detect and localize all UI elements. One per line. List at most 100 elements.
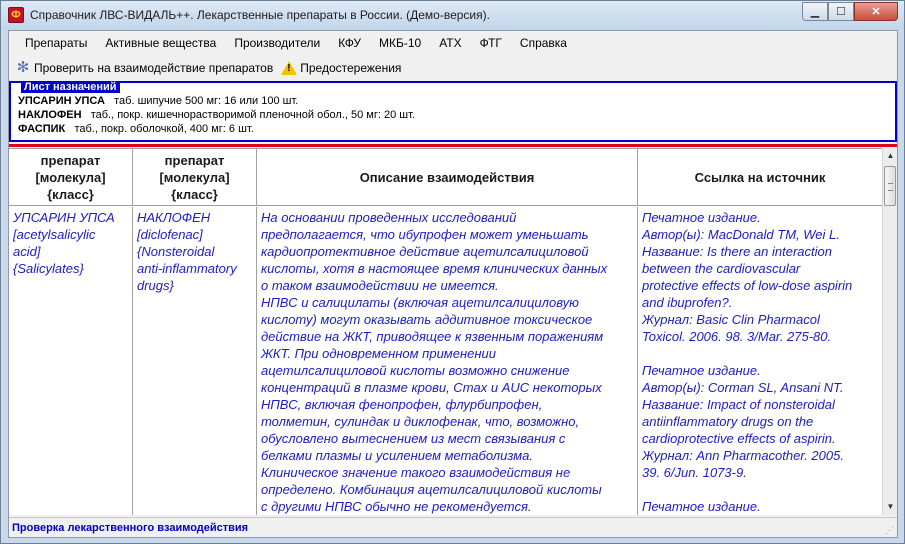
source-line: Печатное издание. [642, 363, 761, 378]
source-line: cardioprotective effects of aspirin. [642, 431, 836, 446]
column-header-source[interactable]: Ссылка на источник [638, 149, 882, 206]
title-bar[interactable]: Ф Справочник ЛВС-ВИДАЛЬ++. Лекарственные… [1, 1, 904, 30]
header-line: препарат [164, 153, 225, 168]
status-text: Проверка лекарственного взаимодействия [12, 521, 249, 534]
header-line: {класс} [171, 187, 218, 202]
prescription-drug-name: НАКЛОФЕН [18, 109, 82, 121]
warnings-label: Предостережения [300, 61, 402, 75]
interaction-table: препарат [молекула] {класс} препарат [мо… [9, 148, 882, 515]
status-bar: Проверка лекарственного взаимодействия ⋰ [9, 517, 897, 537]
prescription-item[interactable]: НАКЛОФЕН таб., покр. кишечнорастворимой … [18, 109, 415, 121]
source-line: Печатное издание. [642, 499, 761, 514]
prescription-drug-form: таб., покр. оболочкой, 400 мг: 6 шт. [74, 123, 254, 135]
source-line: protective effects of low-dose aspirin [642, 278, 853, 293]
column-header-drug2[interactable]: препарат [молекула] {класс} [133, 149, 257, 206]
prescription-item[interactable]: УПСАРИН УПСА таб. шипучие 500 мг: 16 или… [18, 95, 298, 107]
header-line: [молекула] [159, 170, 230, 185]
source-line: between the cardiovascular [642, 261, 801, 276]
minimize-button[interactable]: ▁ [802, 2, 828, 21]
client-area: Препараты Активные вещества Производител… [8, 30, 898, 538]
drug2-line: anti-inflammatory [137, 261, 237, 276]
drug2-line: [diclofenac] [137, 227, 203, 242]
description-line: обусловлено вытеснением из мест связыван… [261, 431, 566, 446]
drug2-line: НАКЛОФЕН [137, 210, 211, 225]
source-line: Журнал: Ann Pharmacother. 2005. [642, 448, 844, 463]
scroll-down-icon[interactable]: ▼ [883, 499, 898, 515]
menu-icd10[interactable]: МКБ-10 [370, 36, 430, 50]
drug2-line: {Nonsteroidal [137, 244, 215, 259]
cell-sources[interactable]: Печатное издание. Автор(ы): MacDonald TM… [638, 207, 882, 515]
warning-icon [281, 60, 298, 76]
check-interaction-button[interactable]: ✻ Проверить на взаимодействие препаратов [11, 60, 277, 76]
prescription-drug-form: таб., покр. кишечнорастворимой пленочной… [90, 109, 415, 121]
description-line: кислоту) могут оказывать аддитивное токс… [261, 312, 593, 327]
drug1-line: УПСАРИН УПСА [13, 210, 115, 225]
maximize-icon: ☐ [836, 6, 846, 18]
minimize-icon: ▁ [810, 6, 820, 18]
drug1-line: [acetylsalicylic [13, 227, 96, 242]
source-line: Toxicol. 2006. 98. 3/Mar. 275-80. [642, 329, 832, 344]
prescription-drug-name: ФАСПИК [18, 123, 66, 135]
prescription-drug-form: таб. шипучие 500 мг: 16 или 100 шт. [114, 95, 299, 107]
vertical-scrollbar[interactable]: ▲ ▼ [882, 148, 897, 515]
scroll-up-icon[interactable]: ▲ [883, 148, 898, 164]
menu-kfu[interactable]: КФУ [329, 36, 370, 50]
cell-drug1[interactable]: УПСАРИН УПСА [acetylsalicylic acid] {Sal… [9, 207, 133, 515]
menu-active-substances[interactable]: Активные вещества [96, 36, 225, 50]
description-line: предполагается, что ибупрофен может умен… [261, 227, 589, 242]
warnings-button[interactable]: Предостережения [277, 60, 405, 76]
description-line: НПВС, включая фенопрофен, флурбипрофен, [261, 397, 543, 412]
header-line: препарат [40, 153, 101, 168]
column-header-drug1[interactable]: препарат [молекула] {класс} [9, 149, 133, 206]
menu-help[interactable]: Справка [511, 36, 576, 50]
description-line: белками плазмы и усилением метаболизма. [261, 448, 533, 463]
description-line: толметин, сулиндак и диклофенак, что, во… [261, 414, 580, 429]
prescription-legend: Лист назначений [21, 81, 120, 93]
cell-drug2[interactable]: НАКЛОФЕН [diclofenac] {Nonsteroidal anti… [133, 207, 257, 515]
description-line: На основании проведенных исследований [261, 210, 517, 225]
column-header-description[interactable]: Описание взаимодействия [257, 149, 638, 206]
menu-drugs[interactable]: Препараты [16, 36, 96, 50]
menu-ftg[interactable]: ФТГ [471, 36, 511, 50]
toolbar: ✻ Проверить на взаимодействие препаратов… [9, 56, 897, 80]
close-button[interactable]: ✕ [854, 2, 898, 21]
source-line: Автор(ы): MacDonald TM, Wei L. [642, 227, 840, 242]
description-line: действие на ЖКТ, приводящее к язвенным п… [261, 329, 604, 344]
drug2-line: drugs} [137, 278, 174, 293]
menu-atc[interactable]: АТХ [430, 36, 470, 50]
description-line: НПВС и салицилаты (включая ацетилсалицил… [261, 295, 579, 310]
prescription-item[interactable]: ФАСПИК таб., покр. оболочкой, 400 мг: 6 … [18, 123, 254, 135]
source-line: Название: Is there an interaction [642, 244, 832, 259]
description-line: концентраций в плазме крови, Cmax и AUC … [261, 380, 602, 395]
gear-icon: ✻ [16, 59, 30, 76]
header-line: [молекула] [35, 170, 106, 185]
window-controls: ▁ ☐ ✕ [802, 2, 898, 21]
description-line: Клиническое значение такого взаимодейств… [261, 465, 571, 480]
source-line: antiinflammatory drugs on the [642, 414, 814, 429]
header-line: Ссылка на источник [694, 170, 826, 185]
drug1-line: {Salicylates} [13, 261, 84, 276]
app-window: Ф Справочник ЛВС-ВИДАЛЬ++. Лекарственные… [0, 0, 905, 544]
separator-line [9, 144, 897, 147]
description-line: ацетилсалициловой кислоты возможно сниже… [261, 363, 570, 378]
menu-bar: Препараты Активные вещества Производител… [9, 31, 897, 55]
description-line: о таком взаимодействии не имеется. [261, 278, 499, 293]
cell-description[interactable]: На основании проведенных исследований пр… [257, 207, 638, 515]
header-line: Описание взаимодействия [359, 170, 535, 185]
source-line: Автор(ы): Corman SL, Ansani NT. [642, 380, 844, 395]
table-header-row: препарат [молекула] {класс} препарат [мо… [9, 149, 882, 206]
description-line: кардиопротективное действие ацетилсалици… [261, 244, 589, 259]
source-line: and ibuprofen?. [642, 295, 733, 310]
close-icon: ✕ [871, 6, 881, 18]
source-line: Название: Impact of nonsteroidal [642, 397, 835, 412]
app-icon[interactable]: Ф [8, 7, 24, 23]
scroll-thumb[interactable] [884, 166, 896, 206]
resize-grip-icon[interactable]: ⋰ [885, 525, 895, 535]
header-line: {класс} [47, 187, 94, 202]
description-line: с другими НПВС обычно не рекомендуется. [261, 499, 532, 514]
description-line: кислоты, хотя в настоящее время клиничес… [261, 261, 608, 276]
maximize-button[interactable]: ☐ [828, 2, 854, 21]
menu-manufacturers[interactable]: Производители [225, 36, 329, 50]
prescription-list: Лист назначений УПСАРИН УПСА таб. шипучи… [9, 81, 897, 142]
prescription-drug-name: УПСАРИН УПСА [18, 95, 105, 107]
